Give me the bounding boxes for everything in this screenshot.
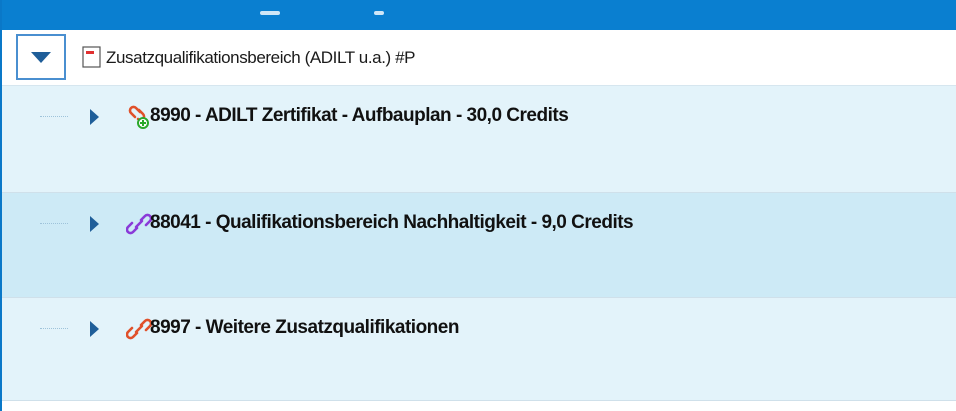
tree-item-label: 8997 - Weitere Zusatzqualifikationen	[150, 317, 459, 338]
chevron-right-icon[interactable]	[87, 214, 101, 234]
tree-connector	[40, 328, 68, 329]
tree-item-label: 88041 - Qualifikationsbereich Nachhaltig…	[150, 212, 634, 233]
tree-root-row[interactable]: Zusatzqualifikationsbereich (ADILT u.a.)…	[2, 30, 956, 86]
panel-footer	[2, 401, 956, 411]
tree-panel: Zusatzqualifikationsbereich (ADILT u.a.)…	[0, 0, 956, 411]
chevron-right-icon[interactable]	[87, 319, 101, 339]
link-add-icon	[128, 105, 149, 129]
document-icon	[82, 46, 101, 68]
link-icon	[126, 213, 152, 235]
title-bar-mark	[374, 11, 384, 15]
tree-item-8997[interactable]: 8997 - Weitere Zusatzqualifikationen	[2, 298, 956, 401]
tree-root-label: Zusatzqualifikationsbereich (ADILT u.a.)…	[106, 48, 416, 67]
tree-item-88041[interactable]: 88041 - Qualifikationsbereich Nachhaltig…	[2, 193, 956, 298]
tree-connector	[40, 116, 68, 117]
title-bar-mark	[260, 11, 280, 15]
chevron-down-icon	[31, 52, 51, 63]
tree-item-8990[interactable]: 8990 - ADILT Zertifikat - Aufbauplan - 3…	[2, 86, 956, 193]
chevron-right-icon[interactable]	[87, 107, 101, 127]
tree-connector	[40, 223, 68, 224]
collapse-toggle[interactable]	[16, 34, 66, 80]
title-bar	[2, 0, 956, 30]
tree-item-label: 8990 - ADILT Zertifikat - Aufbauplan - 3…	[150, 105, 569, 126]
link-icon	[126, 318, 152, 340]
